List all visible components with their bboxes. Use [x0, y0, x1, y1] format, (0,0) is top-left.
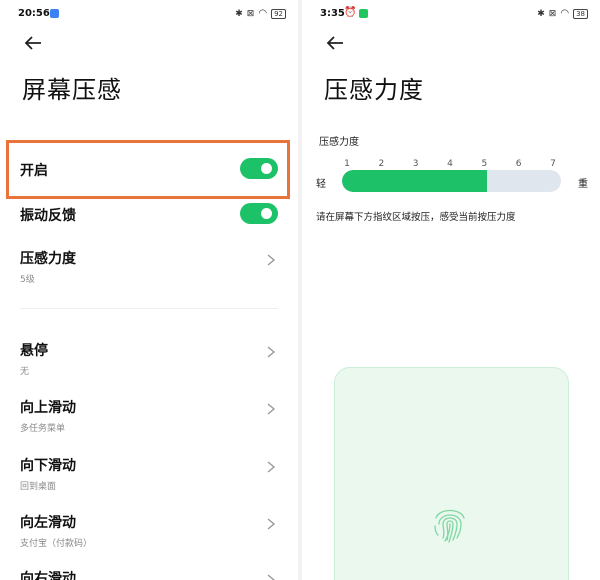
row-sub: 回到桌面: [20, 482, 57, 492]
status-bar: 20:56 ✱ ⊠ ◠ 92: [0, 0, 298, 28]
row-swipe-right[interactable]: 向右滑动: [20, 568, 282, 580]
toggle-knob: [261, 208, 272, 219]
wifi-icon: ◠: [560, 8, 570, 19]
row-sub: 5级: [20, 275, 35, 285]
pressure-slider[interactable]: [342, 170, 561, 192]
slider-tick: 4: [447, 159, 453, 169]
chevron-right-icon: [267, 403, 276, 415]
chevron-right-icon: [267, 254, 276, 266]
row-swipe-up[interactable]: 向上滑动 多任务菜单: [20, 397, 282, 434]
slider-min-label: 轻: [316, 179, 326, 190]
slider-tick: 6: [515, 159, 522, 169]
hint-text: 请在屏幕下方指纹区域按压，感受当前按压力度: [316, 212, 516, 223]
row-hover[interactable]: 悬停 无: [20, 340, 282, 377]
slider-label: 压感力度: [319, 137, 359, 148]
row-label: 向上滑动: [20, 400, 76, 416]
back-arrow-icon[interactable]: [22, 32, 44, 54]
back-arrow-icon[interactable]: [324, 32, 346, 54]
row-label: 向右滑动: [20, 571, 76, 580]
enable-toggle[interactable]: [240, 158, 278, 179]
row-sub: 无: [20, 367, 30, 377]
row-vibration[interactable]: 振动反馈: [20, 203, 282, 225]
fingerprint-area[interactable]: [334, 367, 569, 580]
app-notification-icon: [359, 9, 368, 18]
chevron-right-icon: [267, 574, 276, 580]
slider-tick: 1: [344, 159, 350, 169]
row-pressure-level[interactable]: 压感力度 5级: [20, 248, 282, 285]
row-label: 向下滑动: [20, 458, 76, 474]
row-swipe-down[interactable]: 向下滑动 回到桌面: [20, 455, 282, 492]
toggle-knob: [261, 163, 272, 174]
chevron-right-icon: [267, 346, 276, 358]
page-title: 压感力度: [324, 76, 424, 104]
bluetooth-icon: ✱: [537, 8, 545, 19]
alarm-icon: ⏰: [344, 7, 357, 18]
row-label: 向左滑动: [20, 515, 76, 531]
status-time: 3:35: [320, 8, 345, 19]
vibration-toggle[interactable]: [240, 203, 278, 224]
battery-icon: 92: [271, 8, 286, 19]
status-icons: ✱ ⊠ ◠ 38: [537, 8, 588, 19]
app-notification-icon: [50, 9, 59, 18]
status-time: 20:56: [18, 8, 50, 19]
chevron-right-icon: [267, 461, 276, 473]
slider-fill: [342, 170, 488, 192]
slider-tick: 3: [412, 159, 419, 169]
sim-icon: ⊠: [548, 8, 557, 19]
left-screen: 20:56 ✱ ⊠ ◠ 92 屏幕压感 开启 振动反馈 压感力度 5级 悬停 无…: [0, 0, 298, 580]
page-title: 屏幕压感: [22, 76, 122, 104]
right-screen: 3:35 ⏰ ✱ ⊠ ◠ 38 压感力度 压感力度 1 2 3 4 5 6 7 轻 重 请在…: [302, 0, 600, 580]
row-sub: 支付宝（付款码）: [20, 539, 93, 549]
wifi-icon: ◠: [258, 8, 268, 19]
slider-max-label: 重: [578, 179, 588, 190]
chevron-right-icon: [267, 518, 276, 530]
sim-icon: ⊠: [246, 8, 255, 19]
status-bar: 3:35 ⏰ ✱ ⊠ ◠ 38: [302, 0, 600, 28]
slider-tick: 7: [550, 159, 556, 169]
battery-icon: 38: [573, 8, 588, 19]
row-label: 压感力度: [20, 251, 76, 267]
slider-tick: 2: [378, 159, 385, 169]
section-divider: [20, 308, 278, 309]
status-icons: ✱ ⊠ ◠ 92: [235, 8, 286, 19]
slider-tick: 5: [481, 159, 488, 169]
row-enable[interactable]: 开启: [20, 158, 282, 180]
row-label: 悬停: [20, 343, 48, 359]
bluetooth-icon: ✱: [235, 8, 243, 19]
row-swipe-left[interactable]: 向左滑动 支付宝（付款码）: [20, 512, 282, 549]
row-sub: 多任务菜单: [20, 424, 66, 434]
fingerprint-icon: [434, 509, 465, 543]
